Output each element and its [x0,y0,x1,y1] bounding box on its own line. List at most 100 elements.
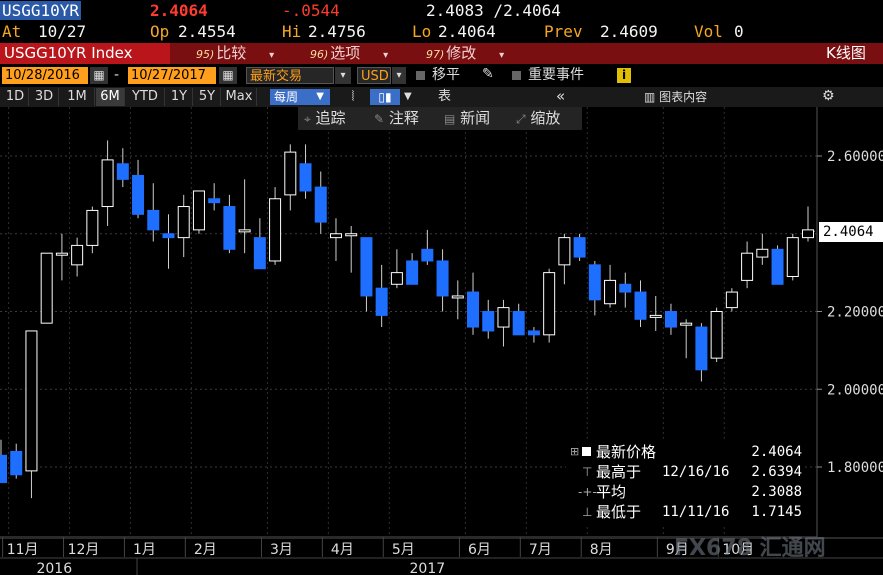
candle-up [802,229,814,239]
chart-content-icon: ▥ [644,90,656,104]
chart-legend: ⊞ 最新价格 2.4064 ⊤ 最高于 12/16/16 2.6394 -+- … [566,442,804,524]
legend-row-last: ⊞ 最新价格 2.4064 [566,442,804,462]
candle-down [0,454,7,484]
net-change: -.0544 [282,1,340,20]
period-select[interactable]: 每周 ▼ [270,89,330,105]
x-tick-label: 12月 [68,542,100,558]
start-calendar-icon[interactable]: ▦ [90,67,108,84]
news-button[interactable]: ▤ 新闻 [444,107,490,130]
legend-high-date: 12/16/16 [662,464,730,480]
candle-up [101,159,114,208]
page-title: K线图 [826,44,866,62]
range-button-ytd[interactable]: YTD [126,88,165,106]
range-button-5y[interactable]: 5Y [194,88,221,106]
menu-modify[interactable]: 97) 修改 ▾ [426,43,504,64]
events-checkbox[interactable] [512,71,521,80]
candle-down [482,311,495,332]
ticker-symbol[interactable]: USGG10YR [0,1,82,20]
high-label: Hi [282,22,302,41]
candle-up [497,307,510,328]
annotate-button[interactable]: ✎ 注释 [374,107,419,130]
candle-up [86,209,99,246]
pen-icon[interactable]: ✎ [482,66,494,82]
x-tick-label: 6月 [468,542,491,558]
volume-label: Vol [694,22,723,41]
currency-select[interactable]: USD [357,67,391,84]
mode-dropdown-icon[interactable]: ▾ [335,67,351,84]
candle-up [390,272,403,285]
candle-up [284,151,297,196]
range-button-1y[interactable]: 1Y [166,88,193,106]
candle-down [467,291,480,328]
settings-gear-icon[interactable]: ⚙ [822,87,835,106]
candle-up [725,291,738,309]
candle-up [55,252,68,256]
menu-compare-caret-icon: ▾ [269,50,275,61]
zoom-icon: ⤢ [516,112,526,126]
legend-avg-label: 平均 [596,483,627,501]
table-button[interactable]: 表 [438,88,451,106]
date-dash: - [114,67,120,83]
legend-row-high: ⊤ 最高于 12/16/16 2.6394 [566,462,804,482]
volume-value: 0 [734,22,744,41]
chart-content-button[interactable]: ▥ 图表内容 [644,88,707,106]
x-tick-label: 5月 [392,542,415,558]
candle-type-icon[interactable]: ▯▮ [370,89,400,105]
candle-up [269,198,282,262]
candle-up [451,295,464,299]
candle-up [177,206,190,239]
candle-down [512,311,525,336]
candle-type-dropdown-icon[interactable]: ▼ [404,88,412,106]
candle-up [71,244,84,266]
end-calendar-icon[interactable]: ▦ [219,67,237,84]
candle-up [192,190,205,231]
range-button-3d[interactable]: 3D [30,88,59,106]
zoom-button[interactable]: ⤢ 缩放 [516,107,560,130]
legend-avg-icon: -+- [578,485,597,499]
candle-down [421,248,434,262]
range-button-1m[interactable]: 1M [60,88,95,106]
legend-row-avg: -+- 平均 2.3088 [566,482,804,502]
line-chart-icon[interactable]: ⦚ [340,88,366,106]
news-label: 新闻 [460,109,491,127]
candle-up [238,229,251,233]
legend-expand-icon[interactable]: ⊞ [570,442,579,462]
range-button-6m[interactable]: 6M [96,88,125,106]
currency-dropdown-icon[interactable]: ▾ [392,67,406,84]
legend-low-date: 11/11/16 [662,504,730,520]
collapse-icon[interactable]: « [556,87,565,106]
candle-up [558,237,571,266]
info-icon[interactable]: i [617,68,631,83]
low-label: Lo [412,22,432,41]
shift-checkbox[interactable] [416,71,425,80]
range-button-1d[interactable]: 1D [2,88,29,106]
menu-compare[interactable]: 95) 比较 ▾ [196,43,274,64]
start-date-field[interactable]: 10/28/2016 [2,67,88,84]
events-label: 重要事件 [528,67,584,83]
chart-content-label: 图表内容 [659,90,708,104]
candle-down [588,264,601,301]
candle-down [634,291,647,320]
news-icon: ▤ [444,112,456,126]
range-button-max[interactable]: Max [222,88,257,106]
legend-last-value: 2.4064 [751,444,802,460]
track-button[interactable]: ⌖ 追踪 [304,107,346,130]
legend-high-value: 2.6394 [751,464,802,480]
legend-low-icon: ⊥ [582,505,593,519]
candle-down [619,283,632,293]
candle-up [741,252,754,281]
candle-up [604,279,617,305]
low-value: 2.4064 [438,22,496,41]
menu-options[interactable]: 96) 选项 ▾ [310,43,388,64]
candle-down [253,237,266,270]
end-date-field[interactable]: 10/27/2017 [128,67,216,84]
open-value: 2.4554 [178,22,236,41]
x-tick-label: 11月 [7,542,39,558]
security-field[interactable]: USGG10YR Index [0,43,170,64]
high-value: 2.4756 [308,22,366,41]
at-label: At [2,22,22,41]
y-tick-label: 2.20000 [827,305,883,321]
mode-select[interactable]: 最新交易 [246,67,334,84]
legend-row-low: ⊥ 最低于 11/11/16 1.7145 [566,502,804,522]
candle-down [664,311,677,328]
